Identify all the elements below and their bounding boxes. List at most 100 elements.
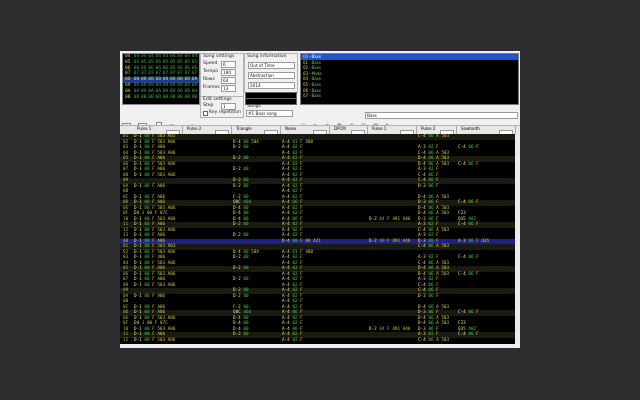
pattern-cell[interactable]: D-1 00 F 503 A06 [134, 338, 175, 344]
pattern-cell-part: 00 [428, 238, 437, 244]
pattern-cell-part: 02 [292, 205, 301, 211]
channel-header-item[interactable]: Sawtooth [456, 126, 516, 135]
step-label: Step [203, 103, 214, 108]
horizontal-scrollbar[interactable] [120, 344, 515, 348]
pattern-cell-part: 02 [292, 288, 301, 293]
channel-header-item[interactable]: Pulse 2 [416, 126, 457, 135]
pattern-cell-part: 02 [292, 233, 301, 238]
pattern-cell-part: D-1 [134, 310, 145, 315]
pattern-cell-part: D-4 [418, 321, 429, 326]
pattern-cell-part: F [476, 271, 479, 277]
order-row[interactable]: 0B 0B 0B 0B 0B 0B 0B 0B 0B 0B [123, 95, 199, 101]
tempo-field[interactable]: 180 [221, 69, 236, 76]
pattern-cell-part: A-4 [282, 304, 293, 310]
pattern-cell-part: C-4 [458, 271, 469, 277]
pattern-cell-part: D-4 [418, 271, 429, 277]
order-cell[interactable]: 0B [134, 95, 141, 101]
step-field[interactable]: 1 [221, 103, 236, 110]
pattern-cell-part: 06 [468, 271, 477, 277]
pattern-cell-part: A-4 [282, 222, 293, 227]
pattern-cell-part: A-3 [418, 167, 429, 172]
pattern-cell-part: F [436, 145, 439, 150]
pattern-cell-part: D-1 [134, 337, 145, 343]
pattern-cell-part: 02 [292, 271, 301, 277]
pattern-cell-part: 06 [428, 282, 437, 288]
channel-header-item[interactable]: Pulse 1 [367, 126, 417, 135]
pattern-cell-part: 02 [292, 332, 301, 337]
song-name-field[interactable]: Out of Time [248, 62, 295, 69]
channel-header-item[interactable]: Noise [280, 126, 330, 135]
order-cell[interactable]: 0B [192, 95, 199, 101]
pattern-cell-part: A-4 [282, 282, 293, 288]
pattern-cell-part: D-1 [134, 271, 145, 277]
pattern-cell-part: Q35 [481, 238, 490, 244]
pattern-cell-part: D-4 [418, 156, 429, 161]
vertical-scrollbar[interactable] [515, 134, 520, 344]
pattern-cell-part: F [300, 233, 303, 238]
order-cell[interactable]: 0B [155, 95, 162, 101]
pattern-cell-part: A03 [167, 244, 176, 249]
pattern-cell-part: 06 [428, 288, 437, 293]
pattern-cell-part: A-4 [282, 216, 293, 222]
frames-field[interactable]: 13 [221, 85, 236, 92]
instrument-item[interactable]: 07- Bass [301, 93, 518, 99]
song-author-field[interactable]: Abstraction [248, 72, 295, 79]
pattern-cell[interactable]: A-4 02 F [282, 338, 303, 344]
pattern-cell-part: 406 [157, 145, 166, 150]
channel-header-item[interactable]: Pulse 1 [132, 126, 183, 135]
pattern-cell-part: F [300, 266, 303, 271]
order-cell[interactable]: 0B [184, 95, 191, 101]
pattern-cell-part: 503 [441, 271, 450, 277]
pattern-cell-part: A06 [157, 194, 166, 200]
pattern-cell-part: 06 [428, 205, 437, 211]
order-cell[interactable]: 0B [177, 95, 184, 101]
pattern-cell-part: 02 [292, 277, 301, 282]
pattern-cell-part: A-3 [418, 277, 429, 282]
pattern-cell-part: A06 [167, 326, 176, 332]
pattern-cell-part: 00 [292, 238, 301, 244]
pattern-cell-part: F [300, 183, 303, 189]
pattern-cell-part: F [300, 216, 303, 222]
pattern-cell-part: 00 [144, 222, 153, 227]
pattern-editor[interactable]: 01 D-1 00 F 503 A03 C-4 06 A 503 02 D-1 00… [120, 134, 515, 344]
order-cell[interactable]: 0B [163, 95, 170, 101]
pattern-cell-part: D-1 [134, 332, 145, 337]
channel-header-item[interactable]: Triangle [231, 126, 281, 135]
instrument-name-field[interactable]: Bass [365, 112, 518, 119]
pattern-cell-part: F [300, 260, 303, 266]
pattern-cell-part: D-1 [134, 277, 145, 282]
pattern-cell-part: 00 [243, 266, 249, 271]
song-select[interactable]: #1 Bass song [246, 110, 293, 117]
pattern-cell-part: D-1 [134, 183, 145, 189]
pattern-cell-part: 02 [292, 150, 301, 156]
pattern-cell-part: 00 [243, 205, 249, 211]
pattern-cell-part: D-3 [418, 310, 429, 315]
pattern-cell-part: 503 [441, 161, 450, 167]
pattern-cell-part: 06 [428, 266, 437, 271]
channel-header-item[interactable]: Pulse 2 [182, 126, 232, 135]
order-cell[interactable]: 0B [148, 95, 155, 101]
rows-field[interactable]: 64 [221, 77, 236, 84]
speed-field[interactable]: 6 [221, 61, 236, 68]
pattern-cell-part: D-1 [134, 205, 145, 211]
song-settings-panel: Song settings Speed 6 Tempo 180 Rows 64 … [200, 53, 244, 97]
song-copyright-field[interactable]: 2014 [248, 82, 295, 89]
order-cell[interactable]: 0B [141, 95, 148, 101]
pattern-cell-part: 02 [292, 167, 301, 172]
pattern-cell-part: A-4 [282, 260, 293, 266]
pattern-cell[interactable]: C-4 06 A 503 [418, 338, 449, 344]
pattern-cell-part: F [436, 200, 439, 205]
order-list[interactable]: 04 04 04 04 04 04 04 04 04 04 05 05 05 05 05 05 05 05 05 05… [122, 53, 200, 105]
pattern-cell-part: 02 [428, 233, 437, 238]
order-cell[interactable]: 0B [170, 95, 177, 101]
pattern-cell-part: D-4 [233, 216, 244, 222]
pattern-cell-part: A-3 [458, 238, 469, 244]
pattern-cell-part: 07C [159, 211, 168, 216]
pattern-cell-part: D-1 [134, 260, 145, 266]
instrument-list[interactable]: 00- Bass 01- Bass 02- Bass 03- Mute 04- Bass 05- Ba… [300, 53, 519, 105]
channel-header-item[interactable]: DPCM [329, 126, 368, 135]
pattern-row[interactable]: 12 D-1 00 F 503 A06 A-4 02 F C-4 06 A 503 [120, 338, 515, 344]
pattern-cell-part: 01 [292, 249, 301, 255]
key-repetition-checkbox[interactable] [203, 111, 208, 116]
pattern-cell-part: F [300, 172, 303, 178]
